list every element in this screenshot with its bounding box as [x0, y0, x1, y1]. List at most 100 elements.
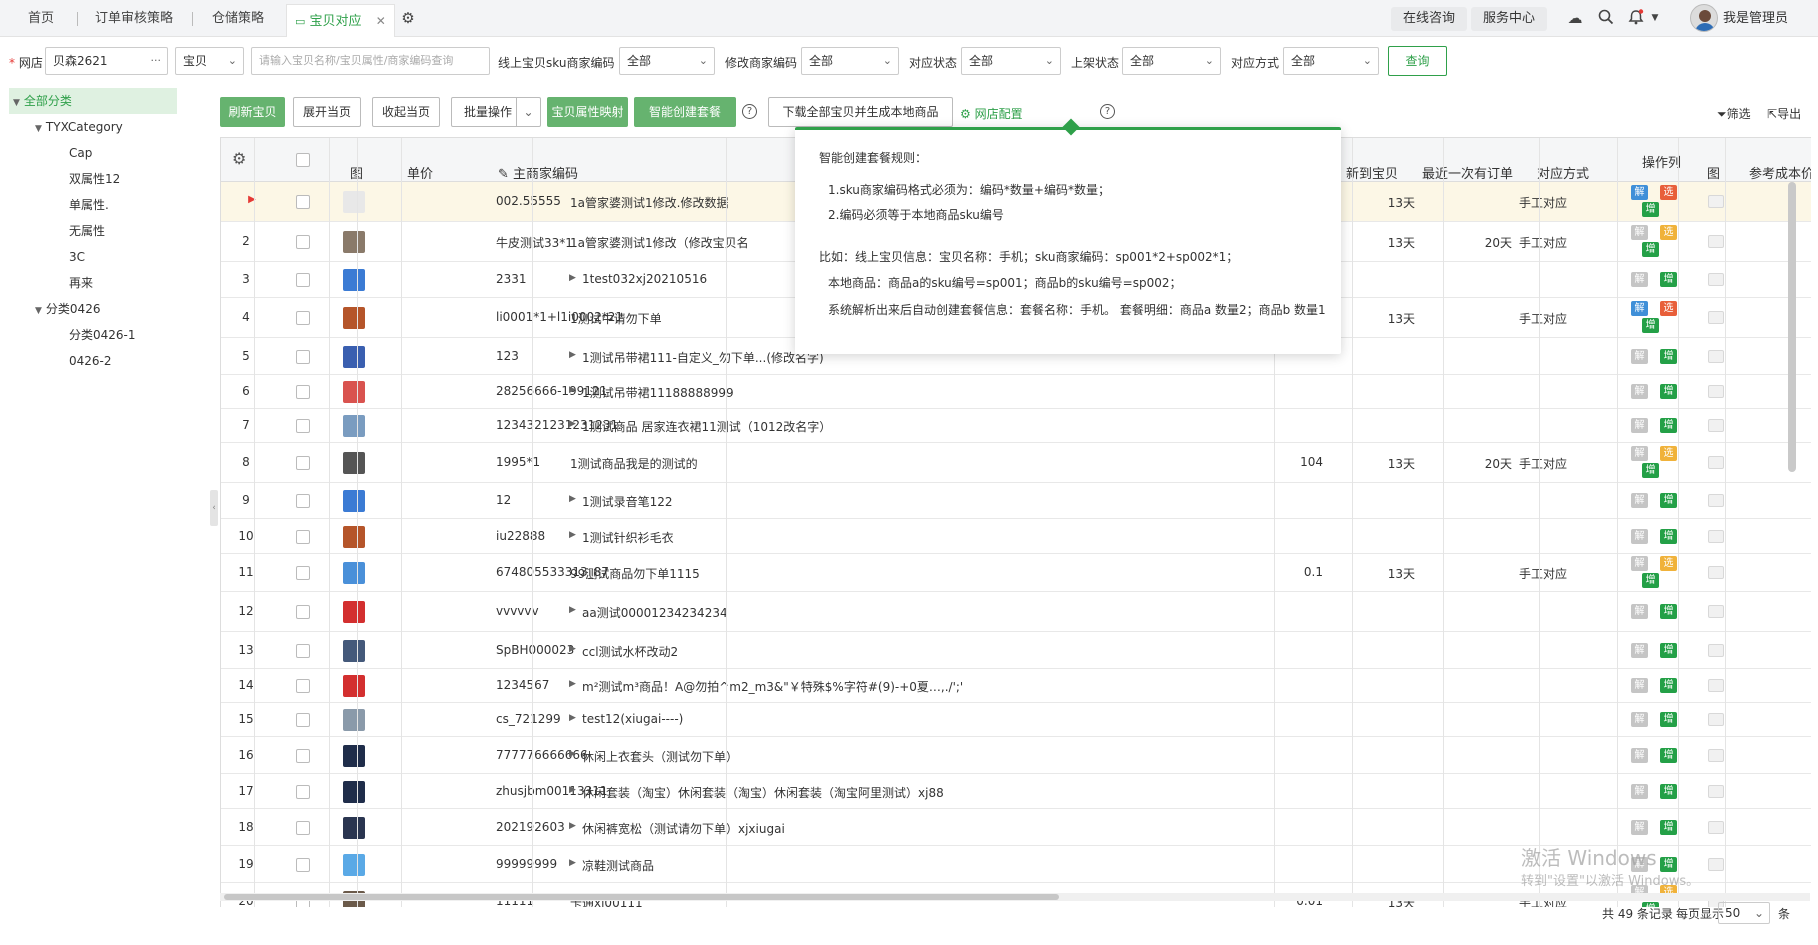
select-tag[interactable]: 选 [1660, 446, 1677, 461]
add-tag[interactable]: 增 [1660, 529, 1677, 544]
unbind-tag[interactable]: 解 [1631, 556, 1648, 571]
add-tag[interactable]: 增 [1660, 820, 1677, 835]
table-row[interactable]: 6 28256666-199121 ▶ 1测试吊带裙11188888999 解增 [221, 375, 1811, 409]
refresh-items-button[interactable]: 刷新宝贝 [220, 97, 285, 127]
select-tag[interactable]: 选 [1660, 225, 1677, 240]
tree-item-3c[interactable]: 3C [69, 244, 85, 270]
select-tag[interactable]: 选 [1660, 185, 1677, 200]
row-checkbox[interactable] [296, 456, 310, 470]
header-unit-price[interactable]: 单价 [407, 163, 433, 182]
item-name-cell[interactable]: 1测试商品我是的测试的 [570, 455, 946, 472]
close-icon[interactable]: ✕ [376, 14, 386, 28]
header-last-order[interactable]: 最近一次有订单 [1422, 163, 1513, 182]
download-all-button[interactable]: 下载全部宝贝并生成本地商品 [768, 97, 953, 127]
unbind-tag[interactable]: 解 [1631, 820, 1648, 835]
header-ref-cost[interactable]: 参考成本价 [1749, 163, 1811, 182]
expand-caret-icon[interactable]: ▶ [569, 713, 576, 723]
item-name-cell[interactable]: 1测试吊带裙11188888999 [582, 384, 1282, 401]
row-checkbox[interactable] [296, 235, 310, 249]
smart-package-button[interactable]: 智能创建套餐 [634, 97, 736, 127]
row-checkbox[interactable] [296, 419, 310, 433]
add-tag[interactable]: 增 [1660, 604, 1677, 619]
table-row[interactable]: 18 202192603 ▶ 休闲裤宽松（测试请勿下单）xjxiugai 解增 [221, 809, 1811, 846]
expand-caret-icon[interactable]: ▶ [569, 749, 576, 759]
tree-item-double-attr[interactable]: 双属性12 [69, 166, 120, 192]
expand-caret-icon[interactable]: ▶ [569, 494, 576, 504]
tree-item-no-attr[interactable]: 无属性 [69, 218, 105, 244]
listing-status-select[interactable]: 全部 ⌄ [1122, 47, 1221, 75]
tree-item-cap[interactable]: Cap [69, 140, 92, 166]
query-button[interactable]: 查询 [1388, 46, 1447, 76]
sidebar-collapse-handle[interactable]: ‹ [210, 490, 218, 526]
item-name-cell[interactable]: 凉鞋测试商品 [582, 857, 1282, 874]
unbind-tag[interactable]: 解 [1631, 185, 1648, 200]
row-checkbox[interactable] [296, 311, 310, 325]
tree-item-tyxcategory[interactable]: ▼ TYXCategory [35, 114, 123, 140]
table-row[interactable]: 14 1234567 ▶ m²测试m³商品！A@勿拍^m2_m3&"￥特殊$%字符#(… [221, 669, 1811, 703]
add-tag[interactable]: 增 [1642, 573, 1659, 588]
expand-caret-icon[interactable]: ▶ [569, 419, 576, 429]
expand-caret-icon[interactable]: ▶ [569, 679, 576, 689]
row-checkbox[interactable] [296, 273, 310, 287]
add-tag[interactable]: 增 [1660, 272, 1677, 287]
row-checkbox[interactable] [296, 566, 310, 580]
batch-ops-button[interactable]: 批量操作 ⌄ [451, 97, 541, 127]
collapse-page-button[interactable]: 收起当页 [372, 97, 440, 127]
expand-caret-icon[interactable]: ▶ [569, 644, 576, 654]
unbind-tag[interactable]: 解 [1631, 784, 1648, 799]
row-checkbox[interactable] [296, 749, 310, 763]
unbind-tag[interactable]: 解 [1631, 712, 1648, 727]
tab-order-audit-strategy[interactable]: 订单审核策略 [95, 9, 173, 29]
add-tag[interactable]: 增 [1660, 418, 1677, 433]
header-match-method[interactable]: 对应方式 [1537, 163, 1589, 182]
table-row[interactable]: 8 1995*1 1测试商品我是的测试的 104 13天 20天 手工对应解选增 [221, 443, 1811, 483]
table-row[interactable]: 13 SpBH000023 ▶ ccl测试水杯改动2 解增 [221, 632, 1811, 669]
horizontal-scrollbar[interactable] [220, 893, 1810, 901]
table-row[interactable]: 10 iu22888 ▶ 1测试针织衫毛衣解增 [221, 519, 1811, 554]
expand-caret-icon[interactable]: ▶ [569, 273, 576, 283]
row-checkbox[interactable] [296, 385, 310, 399]
tree-item-again[interactable]: 再来 [69, 270, 93, 296]
table-row[interactable]: 7123432123123123123…▶1测试商品 居家连衣裙11测试（101… [221, 409, 1811, 443]
select-tag[interactable]: 选 [1660, 301, 1677, 316]
row-checkbox[interactable] [296, 713, 310, 727]
row-checkbox[interactable] [296, 605, 310, 619]
item-name-cell[interactable]: m²测试m³商品！A@勿拍^m2_m3&"￥特殊$%字符#(9)-+0夏…,./… [582, 678, 1282, 695]
unbind-tag[interactable]: 解 [1631, 272, 1648, 287]
unbind-tag[interactable]: 解 [1631, 529, 1648, 544]
item-name-cell[interactable]: test12(xiugai----) [582, 712, 1282, 726]
search-icon[interactable] [1597, 9, 1615, 27]
row-checkbox[interactable] [296, 195, 310, 209]
item-name-cell[interactable]: 1测试录音笔122 [582, 493, 1282, 510]
add-tag[interactable]: 增 [1660, 678, 1677, 693]
match-status-select[interactable]: 全部 ⌄ [961, 47, 1061, 75]
row-checkbox[interactable] [296, 785, 310, 799]
table-row[interactable]: 17 zhusjbm00113311 ▶ 休闲套装（淘宝）休闲套装（淘宝）休闲套装（淘… [221, 774, 1811, 809]
unbind-tag[interactable]: 解 [1631, 349, 1648, 364]
expand-caret-icon[interactable]: ▶ [569, 858, 576, 868]
expand-caret-icon[interactable]: ▶ [569, 530, 576, 540]
filter-button[interactable]: ⏷筛选 [1717, 105, 1751, 122]
more-icon[interactable]: ··· [151, 48, 162, 74]
sku-code-select[interactable]: 全部 ⌄ [619, 47, 715, 75]
unbind-tag[interactable]: 解 [1631, 748, 1648, 763]
item-name-cell[interactable]: 1测试针织衫毛衣 [582, 529, 1282, 546]
expand-caret-icon[interactable]: ▶ [569, 821, 576, 831]
export-button[interactable]: ⇱导出 [1767, 105, 1801, 122]
unbind-tag[interactable]: 解 [1631, 384, 1648, 399]
tree-item-category0426-1[interactable]: 分类0426-1 [69, 322, 136, 348]
tab-warehouse-strategy[interactable]: 仓储策略 [212, 9, 264, 29]
table-row[interactable]: 15 cs_721299 ▶ test12(xiugai----) 解增 [221, 703, 1811, 737]
cloud-download-icon[interactable]: ☁ [1566, 9, 1584, 27]
row-checkbox[interactable] [296, 494, 310, 508]
item-name-cell[interactable]: ccl测试水杯改动2 [582, 643, 1282, 660]
item-name-cell[interactable]: 1测试商品 居家连衣裙11测试（1012改名字） [582, 418, 1282, 435]
table-row[interactable]: 12 vvvvvv ▶ aa测试00001234234234 解增 [221, 592, 1811, 632]
item-name-cell[interactable]: 休闲上衣套头（测试勿下单） [582, 748, 1282, 765]
gear-icon[interactable]: ⚙ [232, 149, 246, 168]
table-row[interactable]: 11 674805533313_87 99测试商品勿下单1115 0.1 13天 手工对应… [221, 554, 1811, 592]
expand-caret-icon[interactable]: ▶ [569, 350, 576, 360]
row-checkbox[interactable] [296, 858, 310, 872]
unbind-tag[interactable]: 解 [1631, 604, 1648, 619]
service-center-button[interactable]: 服务中心 [1471, 7, 1548, 31]
